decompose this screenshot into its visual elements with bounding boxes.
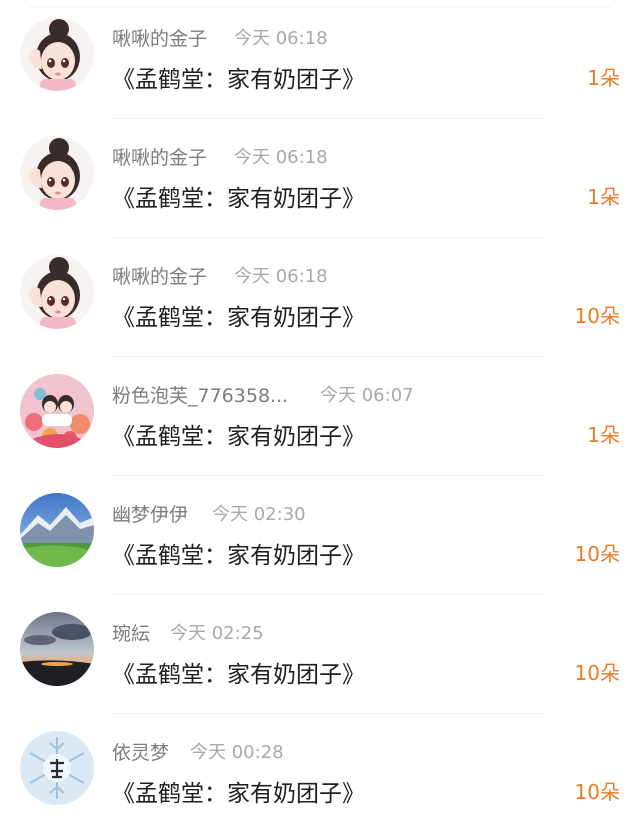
- girl-avatar[interactable]: [20, 255, 94, 329]
- send-time: 今天 02:25: [170, 623, 264, 644]
- book-title[interactable]: 《孟鹤堂：家有奶团子》: [112, 774, 365, 808]
- sender-name[interactable]: 啾啾的金子: [112, 266, 207, 288]
- send-time: 今天 02:30: [212, 504, 306, 525]
- mountain-avatar[interactable]: [20, 493, 94, 567]
- flowers-avatar-icon: [20, 374, 94, 448]
- flowers-avatar[interactable]: [20, 374, 94, 448]
- send-time: 今天 06:18: [234, 147, 328, 168]
- flower-count: 10朵: [574, 542, 620, 566]
- sunset-avatar-icon: [20, 612, 94, 686]
- sunset-avatar[interactable]: [20, 612, 94, 686]
- book-title[interactable]: 《孟鹤堂：家有奶团子》: [112, 179, 365, 213]
- list-item[interactable]: 琬紜 今天 02:25 《孟鹤堂：家有奶团子》 10朵: [0, 595, 640, 714]
- girl-avatar[interactable]: [20, 136, 94, 210]
- sender-line: 啾啾的金子 今天 06:18: [112, 143, 328, 169]
- mountain-avatar-icon: [20, 493, 94, 567]
- flower-count: 1朵: [587, 185, 620, 209]
- book-title[interactable]: 《孟鹤堂：家有奶团子》: [112, 536, 365, 570]
- sender-line: 依灵梦 今天 00:28: [112, 738, 284, 764]
- sender-name[interactable]: 幽梦伊伊: [112, 504, 188, 526]
- sender-line: 啾啾的金子 今天 06:18: [112, 24, 328, 50]
- send-time: 今天 00:28: [190, 742, 284, 763]
- send-time: 今天 06:18: [234, 266, 328, 287]
- girl-avatar-icon: [20, 17, 94, 91]
- sender-name[interactable]: 琬紜: [112, 623, 150, 645]
- flower-count: 10朵: [574, 304, 620, 328]
- flower-count: 10朵: [574, 780, 620, 804]
- sender-line: 粉色泡芙_776358... 今天 06:07: [112, 381, 414, 407]
- flower-count: 10朵: [574, 661, 620, 685]
- book-title[interactable]: 《孟鹤堂：家有奶团子》: [112, 298, 365, 332]
- snowflake-avatar[interactable]: [20, 731, 94, 805]
- list-item[interactable]: 啾啾的金子 今天 06:18 《孟鹤堂：家有奶团子》 1朵: [0, 119, 640, 238]
- girl-avatar-icon: [20, 136, 94, 210]
- list-item[interactable]: 依灵梦 今天 00:28 《孟鹤堂：家有奶团子》 10朵: [0, 714, 640, 833]
- sender-name[interactable]: 依灵梦: [112, 742, 169, 764]
- list-item[interactable]: 啾啾的金子 今天 06:18 《孟鹤堂：家有奶团子》 1朵: [0, 0, 640, 119]
- sender-line: 琬紜 今天 02:25: [112, 619, 264, 645]
- list-item[interactable]: 啾啾的金子 今天 06:18 《孟鹤堂：家有奶团子》 10朵: [0, 238, 640, 357]
- list-item[interactable]: 幽梦伊伊 今天 02:30 《孟鹤堂：家有奶团子》 10朵: [0, 476, 640, 595]
- book-title[interactable]: 《孟鹤堂：家有奶团子》: [112, 60, 365, 94]
- sender-line: 啾啾的金子 今天 06:18: [112, 262, 328, 288]
- flower-count: 1朵: [587, 423, 620, 447]
- sender-name[interactable]: 粉色泡芙_776358...: [112, 385, 288, 407]
- sender-name[interactable]: 啾啾的金子: [112, 147, 207, 169]
- girl-avatar-icon: [20, 255, 94, 329]
- girl-avatar[interactable]: [20, 17, 94, 91]
- send-time: 今天 06:18: [234, 28, 328, 49]
- book-title[interactable]: 《孟鹤堂：家有奶团子》: [112, 417, 365, 451]
- snowflake-avatar-icon: [20, 731, 94, 805]
- flower-count: 1朵: [587, 66, 620, 90]
- book-title[interactable]: 《孟鹤堂：家有奶团子》: [112, 655, 365, 689]
- sender-name[interactable]: 啾啾的金子: [112, 28, 207, 50]
- send-time: 今天 06:07: [320, 385, 414, 406]
- list-item[interactable]: 粉色泡芙_776358... 今天 06:07 《孟鹤堂：家有奶团子》 1朵: [0, 357, 640, 476]
- sender-line: 幽梦伊伊 今天 02:30: [112, 500, 306, 526]
